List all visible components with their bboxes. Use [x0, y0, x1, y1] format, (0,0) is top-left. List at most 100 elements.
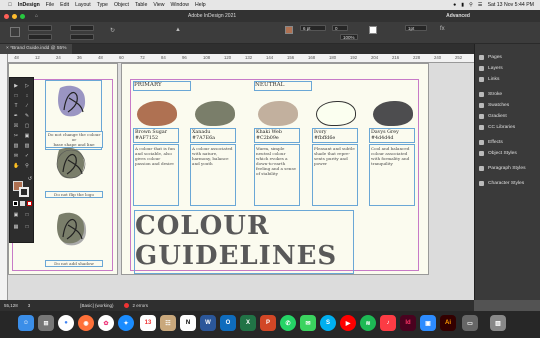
width-field[interactable]: [70, 25, 94, 31]
screen-mode-icon[interactable]: ▣: [13, 212, 19, 218]
panel-swatches[interactable]: Swatches: [479, 103, 509, 108]
illustrator-icon[interactable]: Ai: [440, 315, 456, 331]
menu-window[interactable]: Window: [171, 2, 189, 8]
contacts-icon[interactable]: ☷: [160, 315, 176, 331]
spotify-icon[interactable]: ≋: [360, 315, 376, 331]
scissors-tool-icon[interactable]: ✂: [13, 133, 19, 139]
powerpoint-icon[interactable]: P: [260, 315, 276, 331]
panel-character-styles[interactable]: Character Styles: [479, 181, 524, 186]
photos-icon[interactable]: ✿: [98, 315, 114, 331]
panel-pages[interactable]: Pages: [479, 55, 502, 60]
pasteboard[interactable]: Do not change the colour or base shape a…: [8, 63, 474, 300]
document-tab[interactable]: × *Brand Guide.indd @ 55%: [0, 44, 73, 54]
close-window-button[interactable]: [4, 13, 9, 19]
launchpad-icon[interactable]: ⊞: [38, 315, 54, 331]
panel-gradient[interactable]: Gradient: [479, 114, 507, 119]
content-collector-icon[interactable]: □: [24, 224, 30, 230]
gradient-feather-tool-icon[interactable]: ▨: [24, 143, 30, 149]
tracking-field[interactable]: 0: [332, 25, 348, 31]
music-icon[interactable]: ♪: [380, 315, 396, 331]
search-icon[interactable]: ⚲: [469, 2, 473, 8]
skype-icon[interactable]: S: [320, 315, 336, 331]
x-position-field[interactable]: [28, 25, 52, 31]
page-number-field[interactable]: 3: [28, 303, 31, 308]
stroke-weight-field[interactable]: 1pt: [405, 25, 427, 31]
menu-edit[interactable]: Edit: [60, 2, 69, 8]
preview-mode-icon[interactable]: □: [24, 212, 30, 218]
logo-crossed-2[interactable]: [54, 209, 88, 255]
error-count[interactable]: 2 errors: [133, 303, 149, 308]
messages-icon[interactable]: ✉: [300, 315, 316, 331]
y-position-field[interactable]: [28, 34, 52, 40]
page-tool-icon[interactable]: □: [13, 93, 19, 99]
hand-tool-icon[interactable]: ✋: [13, 163, 19, 169]
font-size-field[interactable]: 6 pt: [300, 25, 326, 31]
word-icon[interactable]: W: [200, 315, 216, 331]
menu-layout[interactable]: Layout: [75, 2, 91, 8]
menu-file[interactable]: File: [46, 2, 54, 8]
logo-original[interactable]: [55, 82, 89, 128]
panel-cc-libraries[interactable]: CC Libraries: [479, 125, 515, 130]
rotate-icon[interactable]: ↻: [110, 27, 116, 34]
gap-tool-icon[interactable]: ↕: [24, 93, 30, 99]
panel-effects[interactable]: Effects: [479, 140, 503, 145]
guidelines-title[interactable]: COLOUR GUIDELINES: [134, 210, 354, 274]
excel-icon[interactable]: X: [240, 315, 256, 331]
horizontal-ruler[interactable]: 48 12 24 36 48 60 72 84 96 108 120 132 144 156 168 180 1…: [8, 54, 474, 63]
chrome-icon[interactable]: ●: [58, 315, 74, 331]
right-page[interactable]: PRIMARY NEUTRAL Brown Sugar #AF7152 Xanad…: [121, 63, 429, 275]
clock[interactable]: Sat 13 Nov 5:44 PM: [488, 2, 534, 8]
workspace-switcher[interactable]: Advanced: [446, 13, 470, 19]
reference-point-icon[interactable]: [10, 27, 20, 37]
whatsapp-icon[interactable]: ✆: [280, 315, 296, 331]
menu-type[interactable]: Type: [97, 2, 108, 8]
stroke-color-icon[interactable]: [19, 187, 29, 197]
eyedropper-tool-icon[interactable]: ✓: [24, 153, 30, 159]
stroke-swatch[interactable]: [369, 26, 377, 34]
finder-icon[interactable]: ☺: [18, 315, 34, 331]
indesign-icon[interactable]: Id: [400, 315, 416, 331]
default-colors-icon[interactable]: [13, 201, 18, 206]
zoom-window-button[interactable]: [20, 13, 25, 19]
note-tool-icon[interactable]: ✉: [13, 153, 19, 159]
menu-object[interactable]: Object: [114, 2, 129, 8]
safari-icon[interactable]: ✦: [118, 315, 134, 331]
preflight-profile[interactable]: [Basic] (working): [80, 303, 113, 308]
rectangle-tool-icon[interactable]: ▢: [24, 123, 30, 129]
firefox-icon[interactable]: ◉: [78, 315, 94, 331]
menu-view[interactable]: View: [153, 2, 164, 8]
zoom-readout[interactable]: 55,128: [4, 303, 18, 308]
swatch-khaki-web[interactable]: [258, 101, 298, 126]
direct-selection-tool-icon[interactable]: ▷: [24, 83, 30, 89]
height-field[interactable]: [70, 34, 94, 40]
scale-field[interactable]: 100%: [340, 34, 358, 40]
swatch-xanadu[interactable]: [195, 101, 235, 126]
apply-none-icon[interactable]: [27, 201, 32, 206]
swatch-ivory[interactable]: [316, 101, 356, 126]
panel-paragraph-styles[interactable]: Paragraph Styles: [479, 166, 526, 171]
zoom-tool-icon[interactable]: ⚲: [24, 163, 30, 169]
preview-icon[interactable]: ▭: [462, 315, 478, 331]
frame-grid-icon[interactable]: ▦: [13, 224, 19, 230]
gradient-tool-icon[interactable]: ▧: [13, 143, 19, 149]
trash-icon[interactable]: ▥: [490, 315, 506, 331]
apply-color-icon[interactable]: [20, 201, 25, 206]
swap-colors-icon[interactable]: ↺: [27, 176, 33, 182]
home-icon[interactable]: ⌂: [35, 13, 38, 19]
wifi-icon[interactable]: ●: [453, 2, 456, 8]
menu-table[interactable]: Table: [135, 2, 147, 8]
battery-icon[interactable]: ▮: [461, 2, 464, 8]
pencil-tool-icon[interactable]: ✎: [24, 113, 30, 119]
flip-icon[interactable]: ▲: [175, 27, 183, 35]
panel-stroke[interactable]: Stroke: [479, 92, 502, 97]
rectangle-frame-tool-icon[interactable]: ☒: [13, 123, 19, 129]
youtube-icon[interactable]: ▶: [340, 315, 356, 331]
effects-icon[interactable]: fx: [440, 26, 448, 34]
control-center-icon[interactable]: ☰: [478, 2, 483, 8]
free-transform-tool-icon[interactable]: ▣: [24, 133, 30, 139]
vertical-ruler[interactable]: [0, 54, 8, 300]
swatch-brown-sugar[interactable]: [137, 101, 177, 126]
menu-app-name[interactable]: InDesign: [18, 2, 40, 8]
menu-help[interactable]: Help: [195, 2, 206, 8]
minimize-window-button[interactable]: [12, 13, 17, 19]
